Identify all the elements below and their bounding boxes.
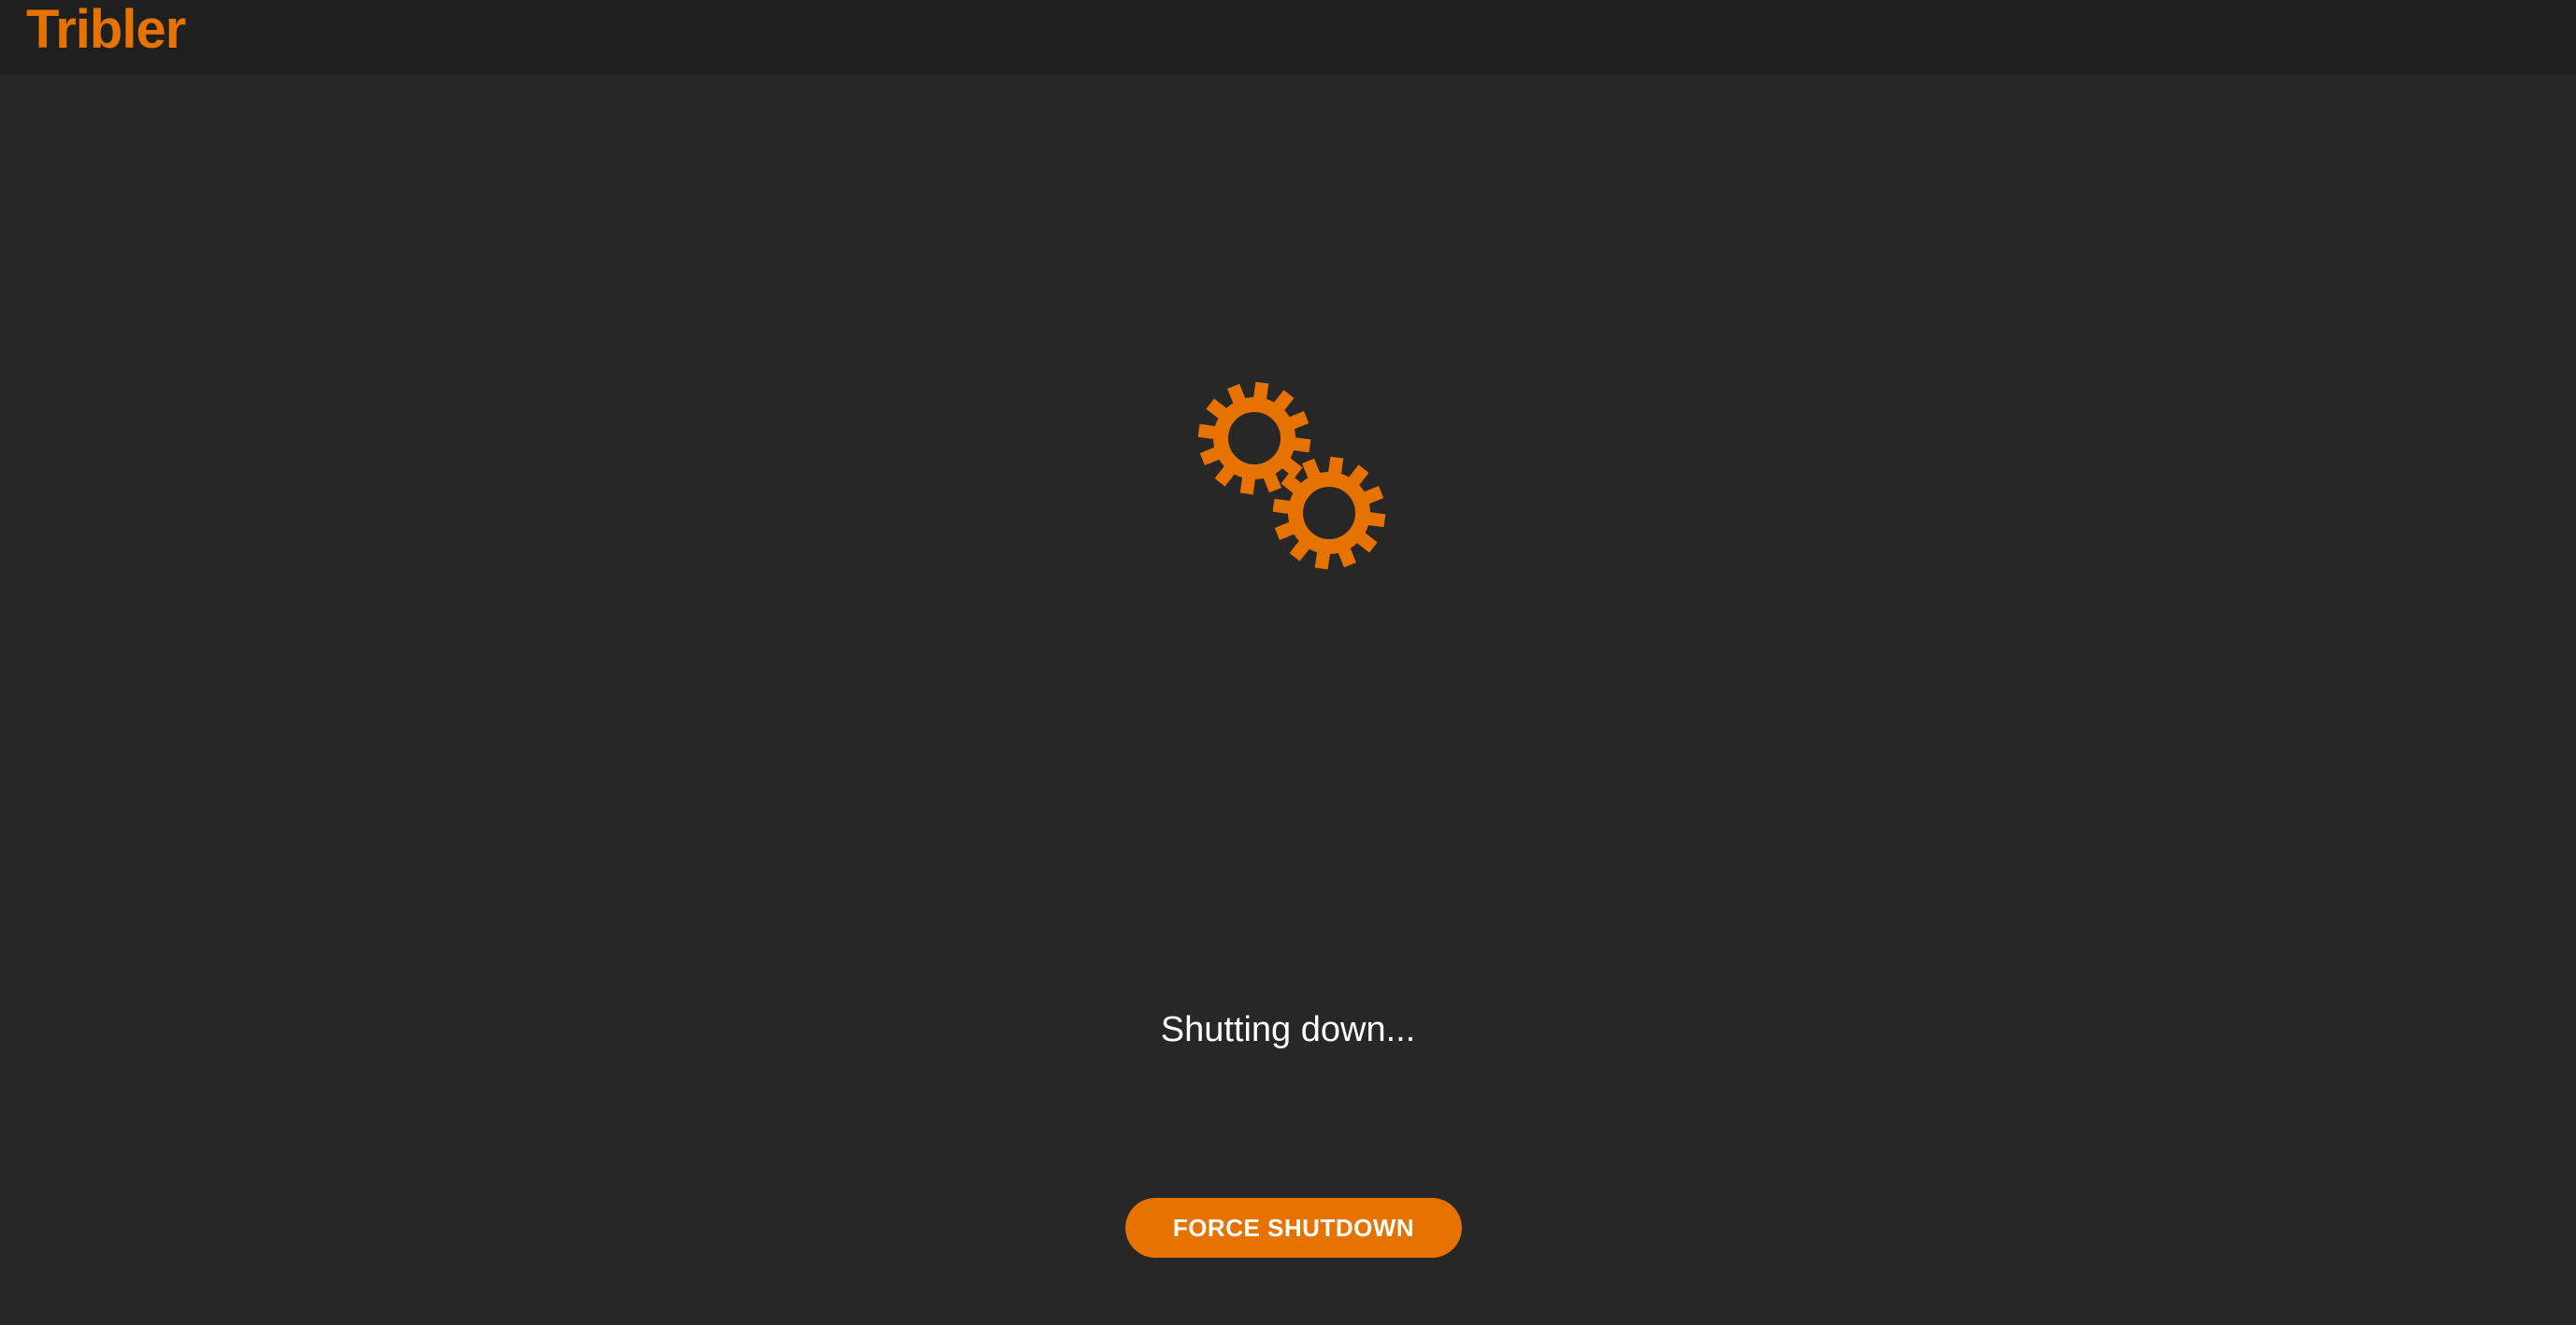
gear-ring <box>1288 472 1370 554</box>
header-bar: Tribler <box>0 0 2576 75</box>
status-message: Shutting down... <box>1160 1010 1416 1049</box>
shutdown-screen: Tribler Shutting down... FORCE SHUTDOWN <box>0 0 2576 1325</box>
force-shutdown-button[interactable]: FORCE SHUTDOWN <box>1125 1198 1462 1258</box>
gear-ring <box>1213 397 1295 479</box>
gears-icon <box>1197 381 1386 570</box>
app-logo: Tribler <box>26 0 186 60</box>
